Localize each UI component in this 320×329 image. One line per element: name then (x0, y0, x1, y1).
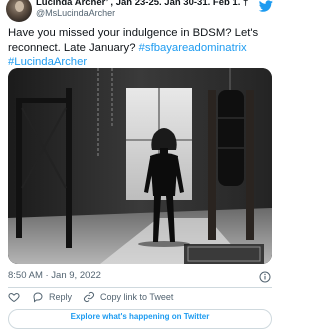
explore-button[interactable]: Explore what's happening on Twitter (8, 309, 272, 329)
tweet-header: Lucinda Archer’ , Jan 23-25. Jan 30-31. … (0, 0, 280, 22)
photo-scene (8, 68, 272, 264)
link-icon (84, 292, 94, 302)
tweet-photo[interactable] (8, 68, 272, 264)
tweet-text: Have you missed your indulgence in BDSM?… (8, 26, 272, 70)
reply-label: Reply (49, 292, 73, 302)
info-icon[interactable] (259, 271, 271, 283)
tweet-timestamp[interactable]: 8:50 AM · Jan 9, 2022 (8, 270, 101, 281)
copy-link-button[interactable]: Copy link to Tweet (83, 291, 173, 303)
divider (8, 287, 272, 288)
author-name[interactable]: Lucinda Archer’ , Jan 23-25. Jan 30-31. … (36, 0, 248, 8)
hashtag-sfbayareadominatrix[interactable]: #sfbayareadominatrix (139, 42, 247, 54)
author-handle[interactable]: @MsLucindaArcher (36, 8, 115, 18)
reply-button[interactable]: Reply (32, 291, 72, 303)
twitter-bird-icon[interactable] (258, 0, 274, 13)
hashtag-lucindaarcher[interactable]: #LucindaArcher (8, 56, 87, 68)
reply-icon (33, 292, 43, 303)
like-button[interactable] (8, 291, 20, 303)
heart-icon (8, 292, 20, 303)
copy-link-label: Copy link to Tweet (100, 292, 174, 302)
avatar[interactable] (6, 0, 32, 22)
